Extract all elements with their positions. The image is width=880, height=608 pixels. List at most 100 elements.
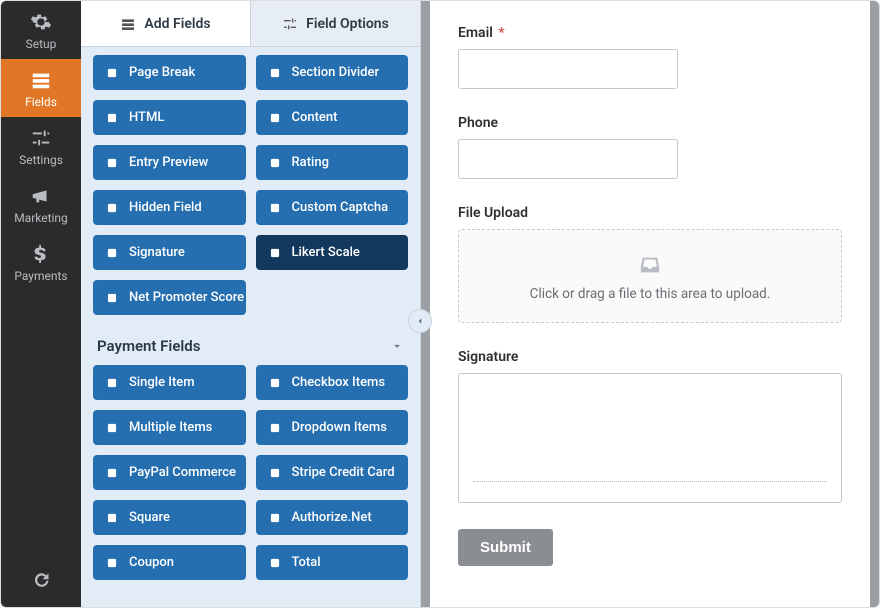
submit-button[interactable]: Submit xyxy=(458,529,553,566)
checkbox-icon xyxy=(268,376,282,390)
payment-fields-section-header[interactable]: Payment Fields xyxy=(93,315,408,365)
dots-icon xyxy=(268,246,282,260)
field-palette: Add Fields Field Options Page Break Secti… xyxy=(81,1,421,607)
field-button-checkbox-items[interactable]: Checkbox Items xyxy=(256,365,409,400)
dropdown-icon xyxy=(268,421,282,435)
palette-tabs: Add Fields Field Options xyxy=(81,1,420,47)
arrow-right-icon xyxy=(268,66,282,80)
inbox-icon xyxy=(637,254,663,276)
card-icon xyxy=(105,511,119,525)
field-label: Email * xyxy=(458,25,842,41)
question-icon xyxy=(268,201,282,215)
history-icon xyxy=(32,571,50,589)
field-button-entry-preview[interactable]: Entry Preview xyxy=(93,145,246,180)
form-preview-outer: Email * Phone File Upload Click or drag … xyxy=(421,1,879,607)
nav-setup[interactable]: Setup xyxy=(1,1,81,59)
field-button-signature[interactable]: Signature xyxy=(93,235,246,270)
field-button-label: Square xyxy=(129,510,170,525)
nav-marketing[interactable]: Marketing xyxy=(1,175,81,233)
field-label: Phone xyxy=(458,115,842,131)
field-button-content[interactable]: Content xyxy=(256,100,409,135)
field-button-label: Entry Preview xyxy=(129,155,208,170)
tab-add-fields[interactable]: Add Fields xyxy=(81,1,251,46)
field-button-label: Stripe Credit Card xyxy=(292,465,395,480)
tab-label: Field Options xyxy=(306,16,389,32)
field-button-label: Dropdown Items xyxy=(292,420,387,435)
field-button-stripe-credit-card[interactable]: Stripe Credit Card xyxy=(256,455,409,490)
field-phone: Phone xyxy=(458,115,842,179)
field-button-hidden-field[interactable]: Hidden Field xyxy=(93,190,246,225)
card-icon xyxy=(105,466,119,480)
field-button-label: Checkbox Items xyxy=(292,375,386,390)
field-button-multiple-items[interactable]: Multiple Items xyxy=(93,410,246,445)
field-button-label: Multiple Items xyxy=(129,420,212,435)
fields-icon xyxy=(30,69,52,91)
signature-pad[interactable] xyxy=(458,373,842,503)
doc-icon xyxy=(105,156,119,170)
field-button-label: Page Break xyxy=(129,65,195,80)
field-button-total[interactable]: Total xyxy=(256,545,409,580)
chevron-left-icon xyxy=(415,316,425,326)
doc-icon xyxy=(105,376,119,390)
field-button-label: Signature xyxy=(129,245,185,260)
tag-icon xyxy=(105,556,119,570)
field-label: Signature xyxy=(458,349,842,365)
field-button-label: Total xyxy=(292,555,321,570)
pencil-icon xyxy=(105,246,119,260)
field-button-label: Hidden Field xyxy=(129,200,202,215)
field-signature: Signature xyxy=(458,349,842,503)
nav-label: Setup xyxy=(26,37,57,51)
field-button-html[interactable]: HTML xyxy=(93,100,246,135)
upload-hint: Click or drag a file to this area to upl… xyxy=(530,286,771,302)
nav-fields[interactable]: Fields xyxy=(1,59,81,117)
nav-label: Fields xyxy=(25,95,57,109)
field-button-paypal-commerce[interactable]: PayPal Commerce xyxy=(93,455,246,490)
field-button-square[interactable]: Square xyxy=(93,500,246,535)
bullhorn-icon xyxy=(30,185,52,207)
field-button-label: PayPal Commerce xyxy=(129,465,236,480)
email-input[interactable] xyxy=(458,49,678,89)
field-file-upload: File Upload Click or drag a file to this… xyxy=(458,205,842,323)
field-button-likert-scale[interactable]: Likert Scale xyxy=(256,235,409,270)
field-button-label: Section Divider xyxy=(292,65,380,80)
field-button-label: Rating xyxy=(292,155,329,170)
field-button-coupon[interactable]: Coupon xyxy=(93,545,246,580)
gauge-icon xyxy=(105,291,119,305)
dollar-icon xyxy=(30,243,52,265)
section-title: Payment Fields xyxy=(97,337,200,355)
tab-field-options[interactable]: Field Options xyxy=(251,1,420,46)
field-label: File Upload xyxy=(458,205,842,221)
field-button-label: Likert Scale xyxy=(292,245,360,260)
file-upload-dropzone[interactable]: Click or drag a file to this area to upl… xyxy=(458,229,842,323)
collapse-palette-button[interactable] xyxy=(408,309,432,333)
field-button-authorize-net[interactable]: Authorize.Net xyxy=(256,500,409,535)
card-icon xyxy=(268,466,282,480)
list-icon xyxy=(105,421,119,435)
field-button-label: Coupon xyxy=(129,555,174,570)
field-button-page-break[interactable]: Page Break xyxy=(93,55,246,90)
nav-payments[interactable]: Payments xyxy=(1,233,81,291)
tab-label: Add Fields xyxy=(144,16,210,32)
gear-icon xyxy=(30,11,52,33)
required-marker: * xyxy=(498,25,504,41)
field-button-rating[interactable]: Rating xyxy=(256,145,409,180)
field-button-label: Single Item xyxy=(129,375,195,390)
field-button-dropdown-items[interactable]: Dropdown Items xyxy=(256,410,409,445)
nav-settings[interactable]: Settings xyxy=(1,117,81,175)
nav-label: Marketing xyxy=(14,211,68,225)
field-button-label: Net Promoter Score xyxy=(129,290,244,305)
content-icon xyxy=(268,111,282,125)
field-button-label: Custom Captcha xyxy=(292,200,389,215)
field-button-label: Content xyxy=(292,110,338,125)
field-button-net-promoter-score[interactable]: Net Promoter Score xyxy=(93,280,246,315)
field-button-label: HTML xyxy=(129,110,164,125)
code-icon xyxy=(105,111,119,125)
field-button-section-divider[interactable]: Section Divider xyxy=(256,55,409,90)
field-button-single-item[interactable]: Single Item xyxy=(93,365,246,400)
left-nav: Setup Fields Settings Marketing Payments xyxy=(1,1,81,607)
history-button[interactable] xyxy=(1,553,81,607)
phone-input[interactable] xyxy=(458,139,678,179)
form-preview: Email * Phone File Upload Click or drag … xyxy=(430,1,870,607)
sliders-icon xyxy=(30,127,52,149)
field-button-custom-captcha[interactable]: Custom Captcha xyxy=(256,190,409,225)
